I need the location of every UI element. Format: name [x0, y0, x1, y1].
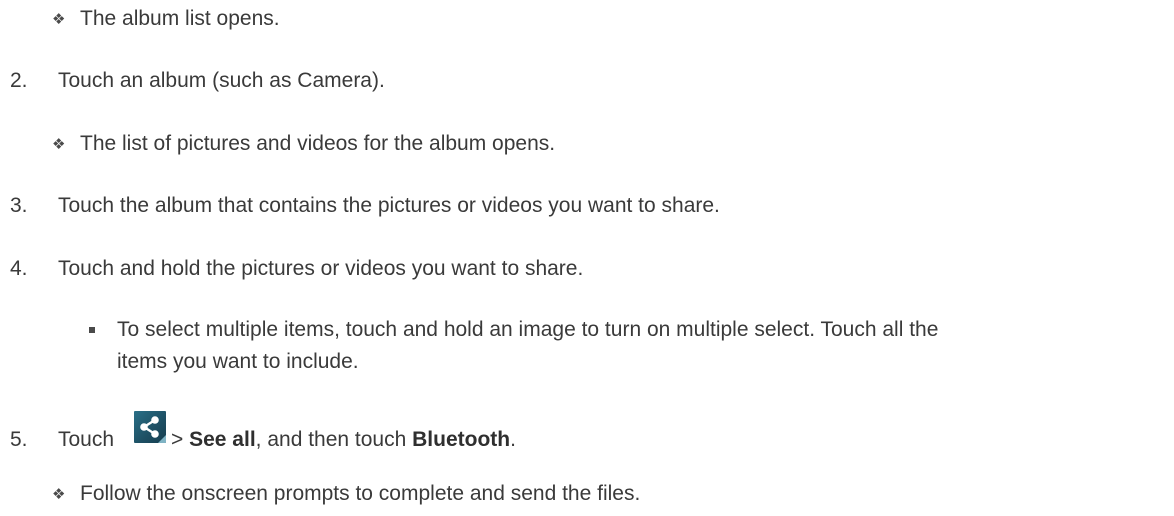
step-number: 4.: [10, 257, 28, 280]
step-text: Touch the album that contains the pictur…: [58, 194, 720, 217]
separator: >: [171, 428, 184, 451]
step-touch-word: Touch: [58, 428, 115, 451]
result-text: The list of pictures and videos for the …: [80, 132, 556, 155]
see-all-label: See all: [189, 428, 256, 451]
square-bullet-icon: [89, 327, 95, 333]
step-text: Touch: [58, 427, 114, 453]
step-number: 2.: [10, 69, 28, 92]
step-text: Touch an album (such as Camera).: [58, 69, 385, 92]
step-number: 3.: [10, 194, 28, 217]
then-text: , and then touch: [255, 428, 407, 451]
bluetooth-label: Bluetooth: [412, 428, 511, 451]
four-diamond-bullet-icon: ❖: [52, 135, 66, 153]
four-diamond-bullet-icon: ❖: [52, 485, 66, 503]
four-diamond-bullet-icon: ❖: [52, 10, 66, 28]
step-5-instruction: > See all, and then touch Bluetooth.: [171, 427, 516, 453]
step-text: Touch and hold the pictures or videos yo…: [58, 257, 584, 280]
result-text: Follow the onscreen prompts to complete …: [80, 482, 641, 505]
share-icon: [134, 411, 166, 443]
step-number: 5.: [10, 428, 28, 451]
sub-bullet-text-line-2: items you want to include.: [117, 350, 359, 373]
sub-bullet-text-line-1: To select multiple items, touch and hold…: [117, 318, 939, 341]
period: .: [510, 428, 516, 451]
result-text: The album list opens.: [80, 7, 280, 30]
